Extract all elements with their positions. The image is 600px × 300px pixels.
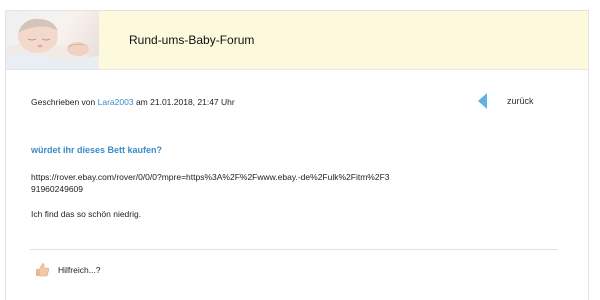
post-datetime: 21.01.2018, 21:47 Uhr bbox=[150, 97, 235, 107]
forum-post-frame: Rund-ums-Baby-Forum bbox=[5, 10, 589, 300]
helpful-button[interactable]: Hilfreich...? bbox=[35, 262, 101, 277]
thumbs-up-icon bbox=[36, 263, 49, 277]
back-label[interactable]: zurück bbox=[507, 96, 534, 106]
sleeping-baby-photo-icon bbox=[6, 18, 99, 69]
divider bbox=[30, 249, 558, 250]
back-button[interactable]: zurück bbox=[478, 93, 534, 109]
forum-header: Rund-ums-Baby-Forum bbox=[6, 11, 588, 70]
baby-photo bbox=[6, 11, 99, 69]
helpful-label[interactable]: Hilfreich...? bbox=[58, 265, 101, 275]
left-triangle-icon bbox=[478, 93, 487, 109]
meta-prefix: Geschrieben von bbox=[31, 97, 96, 107]
site-title: Rund-ums-Baby-Forum bbox=[129, 33, 255, 47]
header-banner: Rund-ums-Baby-Forum bbox=[99, 11, 588, 69]
post-title: würdet ihr dieses Bett kaufen? bbox=[31, 145, 163, 155]
author-link[interactable]: Lara2003 bbox=[98, 97, 134, 107]
post-meta: Geschrieben von Lara2003 am 21.01.2018, … bbox=[31, 97, 235, 107]
meta-at: am bbox=[135, 97, 148, 107]
post-url-text: https://rover.ebay.com/rover/0/0/0?mpre=… bbox=[31, 172, 390, 194]
post-body-text: Ich find das so schön niedrig. bbox=[31, 209, 142, 219]
